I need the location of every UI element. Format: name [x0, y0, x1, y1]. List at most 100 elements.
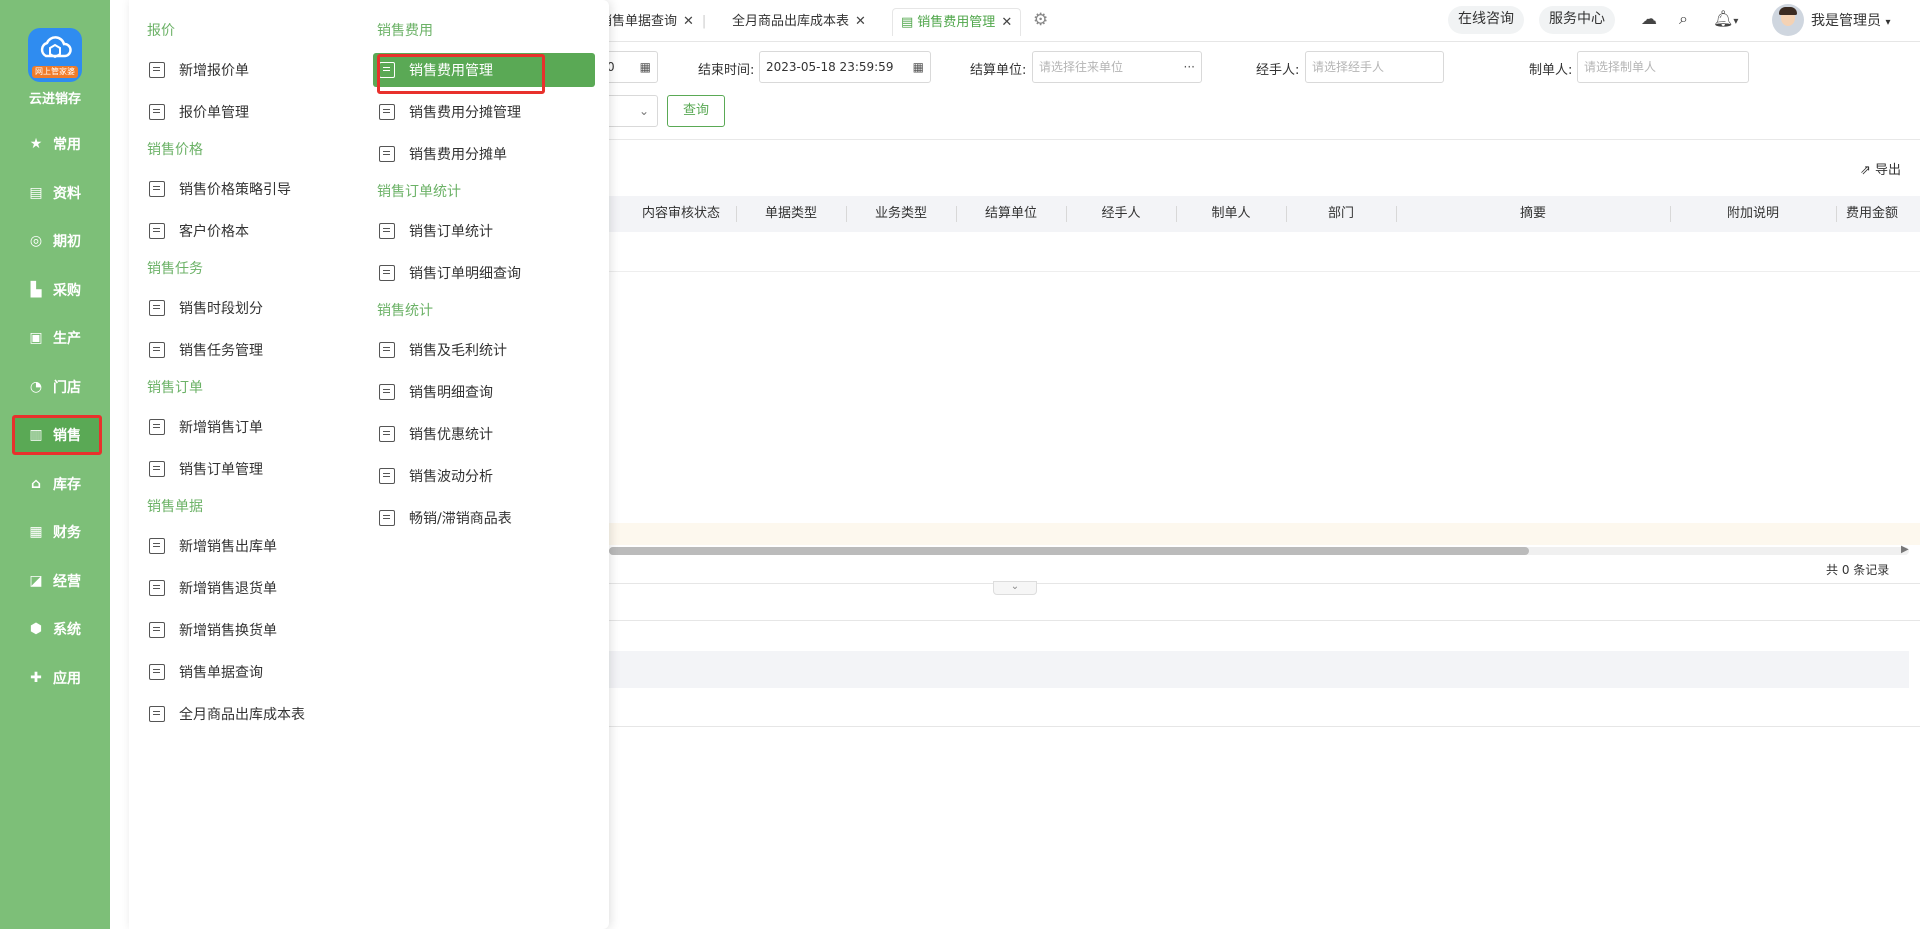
sidebar-item-label: 财务 — [53, 525, 81, 541]
handler-input[interactable]: 请选择经手人 — [1305, 51, 1444, 83]
sidebar-item-8[interactable]: ▦ 财务 — [12, 512, 102, 552]
menu-group-title: 销售统计 — [377, 303, 433, 319]
avatar[interactable] — [1772, 4, 1804, 36]
column-header[interactable]: 单据类型 — [736, 196, 846, 232]
sidebar-item-3[interactable]: ▙ 采购 — [12, 270, 102, 310]
gear-icon[interactable]: ⚙ — [1033, 10, 1048, 30]
menu-item[interactable]: 销售费用分摊单 — [377, 137, 597, 171]
close-icon[interactable]: ✕ — [855, 14, 866, 29]
menu-item[interactable]: 销售订单管理 — [147, 452, 367, 486]
column-header[interactable]: 业务类型 — [846, 196, 956, 232]
scrollbar-thumb[interactable] — [609, 547, 1529, 555]
document-icon — [149, 706, 165, 722]
sidebar-item-5[interactable]: ◔ 门店 — [12, 367, 102, 407]
menu-item-label: 新增销售换货单 — [179, 623, 277, 639]
menu-item[interactable]: 新增销售订单 — [147, 410, 367, 444]
document-icon — [149, 300, 165, 316]
column-header[interactable]: 部门 — [1286, 196, 1396, 232]
menu-item[interactable]: 全月商品出库成本表 — [147, 697, 367, 731]
menu-item-label: 销售订单明细查询 — [409, 266, 521, 282]
chart-icon: ▥ — [29, 427, 43, 443]
column-header[interactable]: 制单人 — [1176, 196, 1286, 232]
column-header[interactable]: 结算单位 — [956, 196, 1066, 232]
menu-item[interactable]: 销售价格策略引导 — [147, 172, 367, 206]
search-icon[interactable]: ⌕ — [1679, 9, 1688, 29]
column-header[interactable]: 费用金额 — [1846, 196, 1920, 232]
collapse-toggle[interactable]: ⌄ — [993, 581, 1037, 595]
menu-item-label: 销售波动分析 — [409, 469, 493, 485]
column-header[interactable]: 摘要 — [1396, 196, 1670, 232]
sidebar-item-label: 常用 — [53, 137, 81, 153]
menu-group-title: 销售订单统计 — [377, 184, 461, 200]
menu-item[interactable]: 新增报价单 — [147, 53, 367, 87]
horizontal-scrollbar[interactable] — [609, 547, 1909, 555]
scroll-right-arrow[interactable]: ▶ — [1901, 544, 1909, 555]
target-icon: ◎ — [29, 233, 43, 249]
menu-item[interactable]: 销售费用分摊管理 — [377, 95, 597, 129]
handler-label: 经手人: — [1256, 63, 1300, 78]
menu-item[interactable]: 销售波动分析 — [377, 459, 597, 493]
document-icon — [149, 622, 165, 638]
sidebar-item-1[interactable]: ▤ 资料 — [12, 173, 102, 213]
record-count: 共 0 条记录 — [1826, 563, 1890, 577]
sidebar-item-7[interactable]: ⌂ 库存 — [12, 464, 102, 504]
menu-item[interactable]: 销售订单明细查询 — [377, 256, 597, 290]
calendar-icon[interactable]: ▦ — [913, 52, 924, 82]
cloud-download-icon[interactable]: ☁ — [1641, 9, 1657, 28]
menu-item[interactable]: 客户价格本 — [147, 214, 367, 248]
service-center-button[interactable]: 服务中心 — [1539, 6, 1615, 34]
settle-unit-input[interactable]: 请选择往来单位 ··· — [1032, 51, 1202, 83]
divider — [609, 139, 1920, 140]
menu-item[interactable]: 畅销/滞销商品表 — [377, 501, 597, 535]
menu-item-label: 销售时段划分 — [179, 301, 263, 317]
end-time-input[interactable]: 2023-05-18 23:59:59 ▦ — [759, 51, 931, 83]
close-icon[interactable]: ✕ — [1001, 15, 1012, 30]
document-icon — [379, 384, 395, 400]
sidebar-item-0[interactable]: ★ 常用 — [12, 124, 102, 164]
sidebar-item-label: 资料 — [53, 186, 81, 202]
bell-icon[interactable]: 🔔︎▾ — [1713, 9, 1738, 28]
menu-item[interactable]: 销售及毛利统计 — [377, 333, 597, 367]
menu-item[interactable]: 销售订单统计 — [377, 214, 597, 248]
column-header[interactable]: 经手人 — [1066, 196, 1176, 232]
menu-item[interactable]: 销售单据查询 — [147, 655, 367, 689]
sidebar-item-11[interactable]: ✚ 应用 — [12, 658, 102, 698]
column-header[interactable]: 附加说明 — [1670, 196, 1836, 232]
menu-item[interactable]: 新增销售换货单 — [147, 613, 367, 647]
menu-item[interactable]: 销售优惠统计 — [377, 417, 597, 451]
more-icon[interactable]: ··· — [1184, 52, 1195, 82]
sidebar-item-2[interactable]: ◎ 期初 — [12, 221, 102, 261]
table-header: 内容审核状态 单据类型 业务类型 结算单位 经手人 制单人 部门 摘要 附加说明… — [609, 196, 1920, 232]
calendar-icon[interactable]: ▦ — [640, 52, 651, 82]
logo[interactable]: 网上管家婆 — [28, 28, 82, 82]
menu-item[interactable]: 销售明细查询 — [377, 375, 597, 409]
menu-item[interactable]: 销售任务管理 — [147, 333, 367, 367]
column-header[interactable]: 内容审核状态 — [626, 196, 736, 232]
tab-sales-doc-query[interactable]: 销售单据查询 ✕ | — [599, 8, 706, 36]
sidebar-item-4[interactable]: ▣ 生产 — [12, 318, 102, 358]
menu-item[interactable]: 新增销售出库单 — [147, 529, 367, 563]
online-consult-button[interactable]: 在线咨询 — [1448, 6, 1524, 34]
sidebar-item-9[interactable]: ◪ 经营 — [12, 561, 102, 601]
query-button[interactable]: 查询 — [667, 95, 725, 127]
export-button[interactable]: ⇗ 导出 — [1860, 159, 1901, 178]
menu-item[interactable]: 报价单管理 — [147, 95, 367, 129]
document-icon — [149, 580, 165, 596]
close-icon[interactable]: ✕ — [683, 14, 694, 29]
menu-item-label: 销售价格策略引导 — [179, 182, 291, 198]
chevron-down-icon: ▾ — [1885, 17, 1891, 28]
document-icon — [379, 342, 395, 358]
sidebar-item-6[interactable]: ▥ 销售 — [12, 415, 102, 455]
menu-item[interactable]: 新增销售退货单 — [147, 571, 367, 605]
document-icon: ▤ — [901, 15, 914, 30]
pie-icon: ◔ — [29, 379, 43, 395]
user-menu[interactable]: 我是管理员 ▾ — [1811, 10, 1890, 30]
tab-monthly-cost[interactable]: 全月商品出库成本表 ✕ — [732, 8, 866, 36]
document-icon — [379, 104, 395, 120]
menu-item[interactable]: 销售时段划分 — [147, 291, 367, 325]
cloud-box-icon — [40, 36, 72, 59]
menu-item-label: 销售订单管理 — [179, 462, 263, 478]
maker-input[interactable]: 请选择制单人 — [1577, 51, 1749, 83]
tab-sales-expense[interactable]: ▤ 销售费用管理 ✕ — [892, 8, 1022, 36]
sidebar-item-10[interactable]: ⬢ 系统 — [12, 609, 102, 649]
